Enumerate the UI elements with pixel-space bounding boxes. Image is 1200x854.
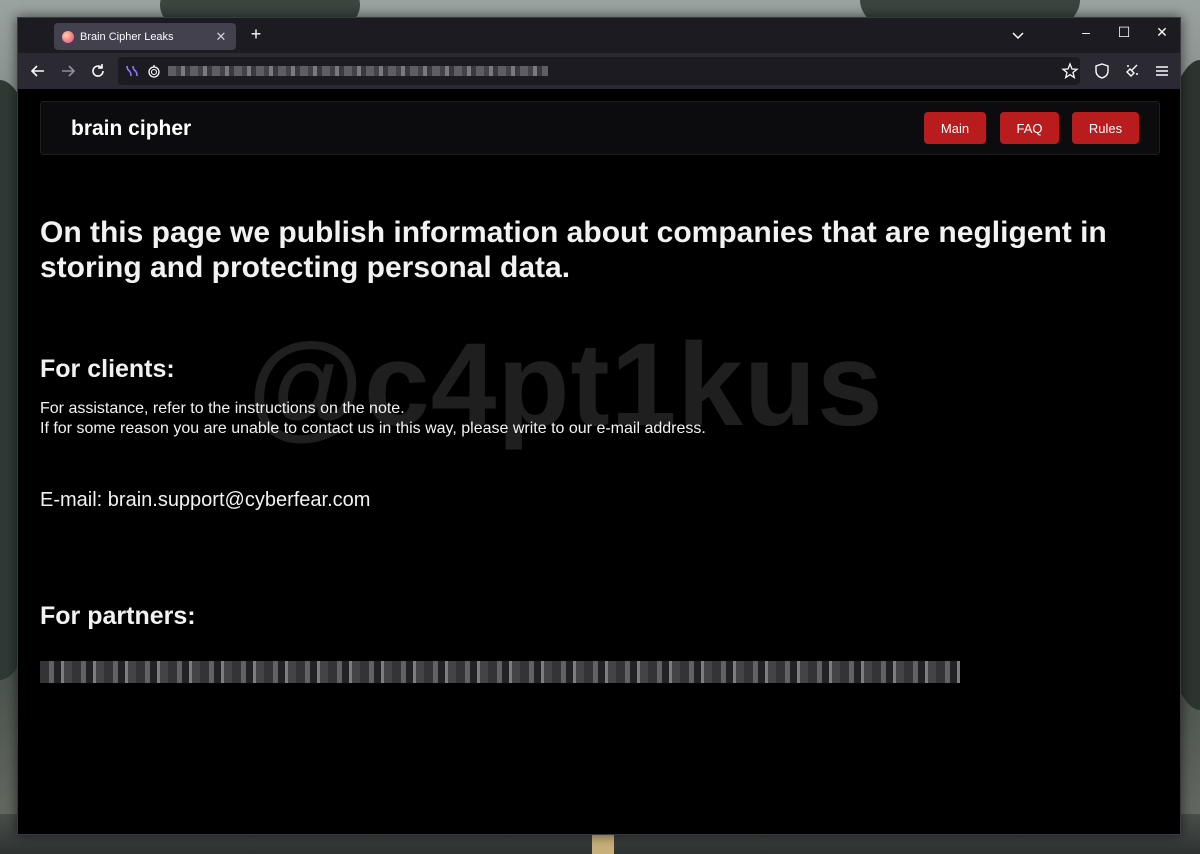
favicon-icon <box>62 30 74 43</box>
onion-site-icon[interactable] <box>146 63 162 79</box>
site-brand[interactable]: brain cipher <box>71 117 191 141</box>
wallpaper-road-line <box>592 834 614 854</box>
nav-toolbar <box>18 53 1180 89</box>
list-all-tabs-icon[interactable] <box>1008 25 1028 45</box>
nav-rules-button[interactable]: Rules <box>1072 112 1139 144</box>
clients-line-2: If for some reason you are unable to con… <box>40 420 706 437</box>
browser-window: Brain Cipher Leaks ✕ + – ☐ ✕ brain ciphe… <box>17 17 1181 835</box>
maximize-button[interactable]: ☐ <box>1114 24 1134 41</box>
new-tab-button[interactable]: + <box>246 24 266 45</box>
site-navbar: brain cipher Main FAQ Rules <box>40 101 1160 155</box>
url-bar[interactable] <box>118 57 1080 85</box>
reload-icon[interactable] <box>88 61 108 81</box>
menu-hamburger-icon[interactable] <box>1152 61 1172 81</box>
nav-main-button[interactable]: Main <box>924 112 986 144</box>
partners-heading: For partners: <box>40 602 196 630</box>
pixelated-url <box>168 66 548 76</box>
forward-icon[interactable] <box>58 61 78 81</box>
close-window-button[interactable]: ✕ <box>1152 24 1172 41</box>
clients-instructions: For assistance, refer to the instruction… <box>40 399 706 439</box>
tab-title: Brain Cipher Leaks <box>80 30 174 43</box>
page-headline: On this page we publish information abou… <box>40 216 1107 284</box>
page-content: brain cipher Main FAQ Rules @c4pt1kus On… <box>18 89 1180 834</box>
title-bar: Brain Cipher Leaks ✕ + – ☐ ✕ <box>18 18 1180 53</box>
new-identity-broom-icon[interactable] <box>1122 61 1142 81</box>
clients-heading: For clients: <box>40 355 175 383</box>
clients-line-1: For assistance, refer to the instruction… <box>40 400 405 417</box>
minimize-button[interactable]: – <box>1076 24 1096 40</box>
nav-faq-button[interactable]: FAQ <box>1000 112 1059 144</box>
back-icon[interactable] <box>28 61 48 81</box>
close-tab-icon[interactable]: ✕ <box>214 29 228 45</box>
browser-tab[interactable]: Brain Cipher Leaks ✕ <box>54 23 236 50</box>
pixelated-partner-link <box>40 661 960 683</box>
shield-icon[interactable] <box>1092 61 1112 81</box>
bookmark-star-icon[interactable] <box>1060 61 1080 81</box>
tor-onion-circuit-icon[interactable] <box>124 63 140 79</box>
contact-email: E-mail: brain.support@cyberfear.com <box>40 489 371 511</box>
